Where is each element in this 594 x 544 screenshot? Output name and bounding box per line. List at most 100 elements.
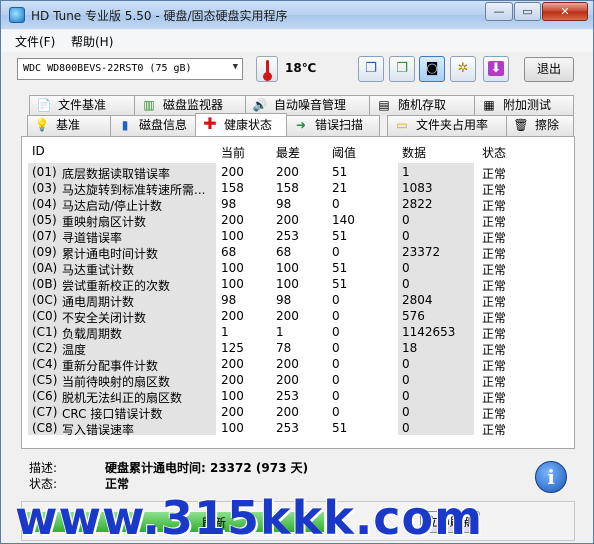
row-threshold: 51 <box>332 229 348 243</box>
row-data: 0 <box>402 261 410 275</box>
row-threshold: 51 <box>332 277 348 291</box>
row-threshold: 0 <box>332 373 340 387</box>
row-worst: 1 <box>276 325 284 339</box>
table-row[interactable]: (0C) 通电周期计数 98 98 0 2804 正常 <box>22 292 574 309</box>
tab-file-benchmark[interactable]: 📄 文件基准 <box>29 95 135 116</box>
row-threshold: 0 <box>332 357 340 371</box>
row-threshold: 0 <box>332 309 340 323</box>
row-data: 0 <box>402 405 410 419</box>
close-button[interactable]: ✕ <box>542 2 588 21</box>
tab-error-scan[interactable]: ➜ 错误扫描 <box>286 115 380 136</box>
row-current: 125 <box>221 341 244 355</box>
row-data: 0 <box>402 357 410 371</box>
options-button[interactable]: ✲ <box>450 56 476 82</box>
table-row[interactable]: (C0) 不安全关闭计数 200 200 0 576 正常 <box>22 308 574 325</box>
col-current[interactable]: 当前 <box>221 144 245 161</box>
row-threshold: 21 <box>332 181 348 195</box>
copy-all-button[interactable]: ❐ <box>389 56 415 82</box>
table-row[interactable]: (C8) 写入错误速率 100 253 51 0 正常 <box>22 420 574 437</box>
save-button[interactable]: ⬇ <box>483 56 509 82</box>
table-row[interactable]: (C5) 当前待映射的扇区数 200 200 0 0 正常 <box>22 372 574 389</box>
maximize-button[interactable]: ▭ <box>514 2 541 21</box>
row-threshold: 140 <box>332 213 355 227</box>
exit-button[interactable]: 退出 <box>524 57 574 82</box>
table-row[interactable]: (04) 马达启动/停止计数 98 98 0 2822 正常 <box>22 196 574 213</box>
row-data: 0 <box>402 277 410 291</box>
col-threshold[interactable]: 阈值 <box>332 144 356 161</box>
row-worst: 100 <box>276 261 299 275</box>
row-current: 68 <box>221 245 237 259</box>
minimize-button[interactable]: — <box>485 2 513 21</box>
row-data: 0 <box>402 373 410 387</box>
scan-arrow-icon: ➜ <box>295 118 307 132</box>
row-current: 200 <box>221 165 244 179</box>
menu-file[interactable]: 文件(F) <box>15 33 55 50</box>
row-current: 1 <box>221 325 229 339</box>
row-data: 0 <box>402 421 410 435</box>
row-threshold: 0 <box>332 389 340 403</box>
row-id: (C6) <box>32 389 58 403</box>
col-status[interactable]: 状态 <box>482 144 506 161</box>
table-row[interactable]: (C7) CRC 接口错误计数 200 200 0 0 正常 <box>22 404 574 421</box>
col-worst[interactable]: 最差 <box>276 144 300 161</box>
row-data: 576 <box>402 309 425 323</box>
table-row[interactable]: (C1) 负载周期数 1 1 0 1142653 正常 <box>22 324 574 341</box>
screenshot-button[interactable]: ◙ <box>419 56 445 82</box>
row-data: 2804 <box>402 293 433 307</box>
col-data[interactable]: 数据 <box>402 144 426 161</box>
col-id[interactable]: ID <box>32 144 45 158</box>
row-threshold: 0 <box>332 293 340 307</box>
row-worst: 100 <box>276 277 299 291</box>
row-worst: 200 <box>276 357 299 371</box>
table-row[interactable]: (09) 累计通电时间计数 68 68 0 23372 正常 <box>22 244 574 261</box>
tab-folder-usage[interactable]: ▭ 文件夹占用率 <box>387 115 507 136</box>
tab-benchmark[interactable]: 💡 基准 <box>27 115 111 136</box>
table-row[interactable]: (0A) 马达重试计数 100 100 51 0 正常 <box>22 260 574 277</box>
row-id: (05) <box>32 213 57 227</box>
row-current: 100 <box>221 261 244 275</box>
row-current: 100 <box>221 229 244 243</box>
description-value: 硬盘累计通电时间: 23372 (973 天) <box>105 461 309 475</box>
copy-icon: ❐ <box>365 61 377 76</box>
menu-help[interactable]: 帮助(H) <box>71 33 113 50</box>
tab-disk-info[interactable]: ▮ 磁盘信息 <box>110 115 196 136</box>
table-row[interactable]: (01) 底层数据读取错误率 200 200 51 1 正常 <box>22 164 574 181</box>
row-worst: 78 <box>276 341 292 355</box>
row-attribute-name: 写入错误速率 <box>62 423 135 437</box>
tab-health[interactable]: ✚ 健康状态 <box>195 113 287 136</box>
extra-tests-icon: ▦ <box>483 98 495 112</box>
info-bars-icon: ▮ <box>121 118 129 132</box>
info-icon[interactable]: i <box>535 461 567 493</box>
temperature-readout: 18℃ <box>285 61 317 75</box>
random-access-icon: ▤ <box>378 98 390 112</box>
app-window: HD Tune 专业版 5.50 - 硬盘/固态硬盘实用程序 — ▭ ✕ 文件(… <box>0 0 594 544</box>
camera-icon: ◙ <box>425 61 439 76</box>
table-row[interactable]: (07) 寻道错误率 100 253 51 0 正常 <box>22 228 574 245</box>
row-id: (04) <box>32 197 57 211</box>
drive-select-value: WDC WD800BEVS-22RST0 (75 gB) <box>23 63 192 74</box>
table-row[interactable]: (C2) 温度 125 78 0 18 正常 <box>22 340 574 357</box>
row-current: 100 <box>221 421 244 435</box>
status-value: 正常 <box>105 477 130 491</box>
table-row[interactable]: (05) 重映射扇区计数 200 200 140 0 正常 <box>22 212 574 229</box>
row-id: (07) <box>32 229 57 243</box>
row-worst: 68 <box>276 245 292 259</box>
row-id: (C4) <box>32 357 58 371</box>
copy-text-button[interactable]: ❐ <box>358 56 384 82</box>
tab-erase[interactable]: 🗑 擦除 <box>506 115 574 136</box>
row-threshold: 51 <box>332 261 348 275</box>
row-current: 98 <box>221 293 237 307</box>
tab-extra-tests[interactable]: ▦ 附加测试 <box>474 95 574 116</box>
table-row[interactable]: (03) 马达旋转到标准转速所需... 158 158 21 1083 正常 <box>22 180 574 197</box>
tab-random-access[interactable]: ▤ 随机存取 <box>369 95 475 116</box>
table-row[interactable]: (C4) 重新分配事件计数 200 200 0 0 正常 <box>22 356 574 373</box>
row-threshold: 0 <box>332 197 340 211</box>
table-row[interactable]: (C6) 脱机无法纠正的扇区数 100 253 0 0 正常 <box>22 388 574 405</box>
row-data: 23372 <box>402 245 441 259</box>
table-row[interactable]: (0B) 尝试重新校正的次数 100 100 51 0 正常 <box>22 276 574 293</box>
row-threshold: 0 <box>332 325 340 339</box>
row-worst: 200 <box>276 373 299 387</box>
drive-select[interactable]: WDC WD800BEVS-22RST0 (75 gB) ▼ <box>17 58 243 80</box>
row-data: 18 <box>402 341 418 355</box>
description-label: 描述: <box>29 461 58 475</box>
